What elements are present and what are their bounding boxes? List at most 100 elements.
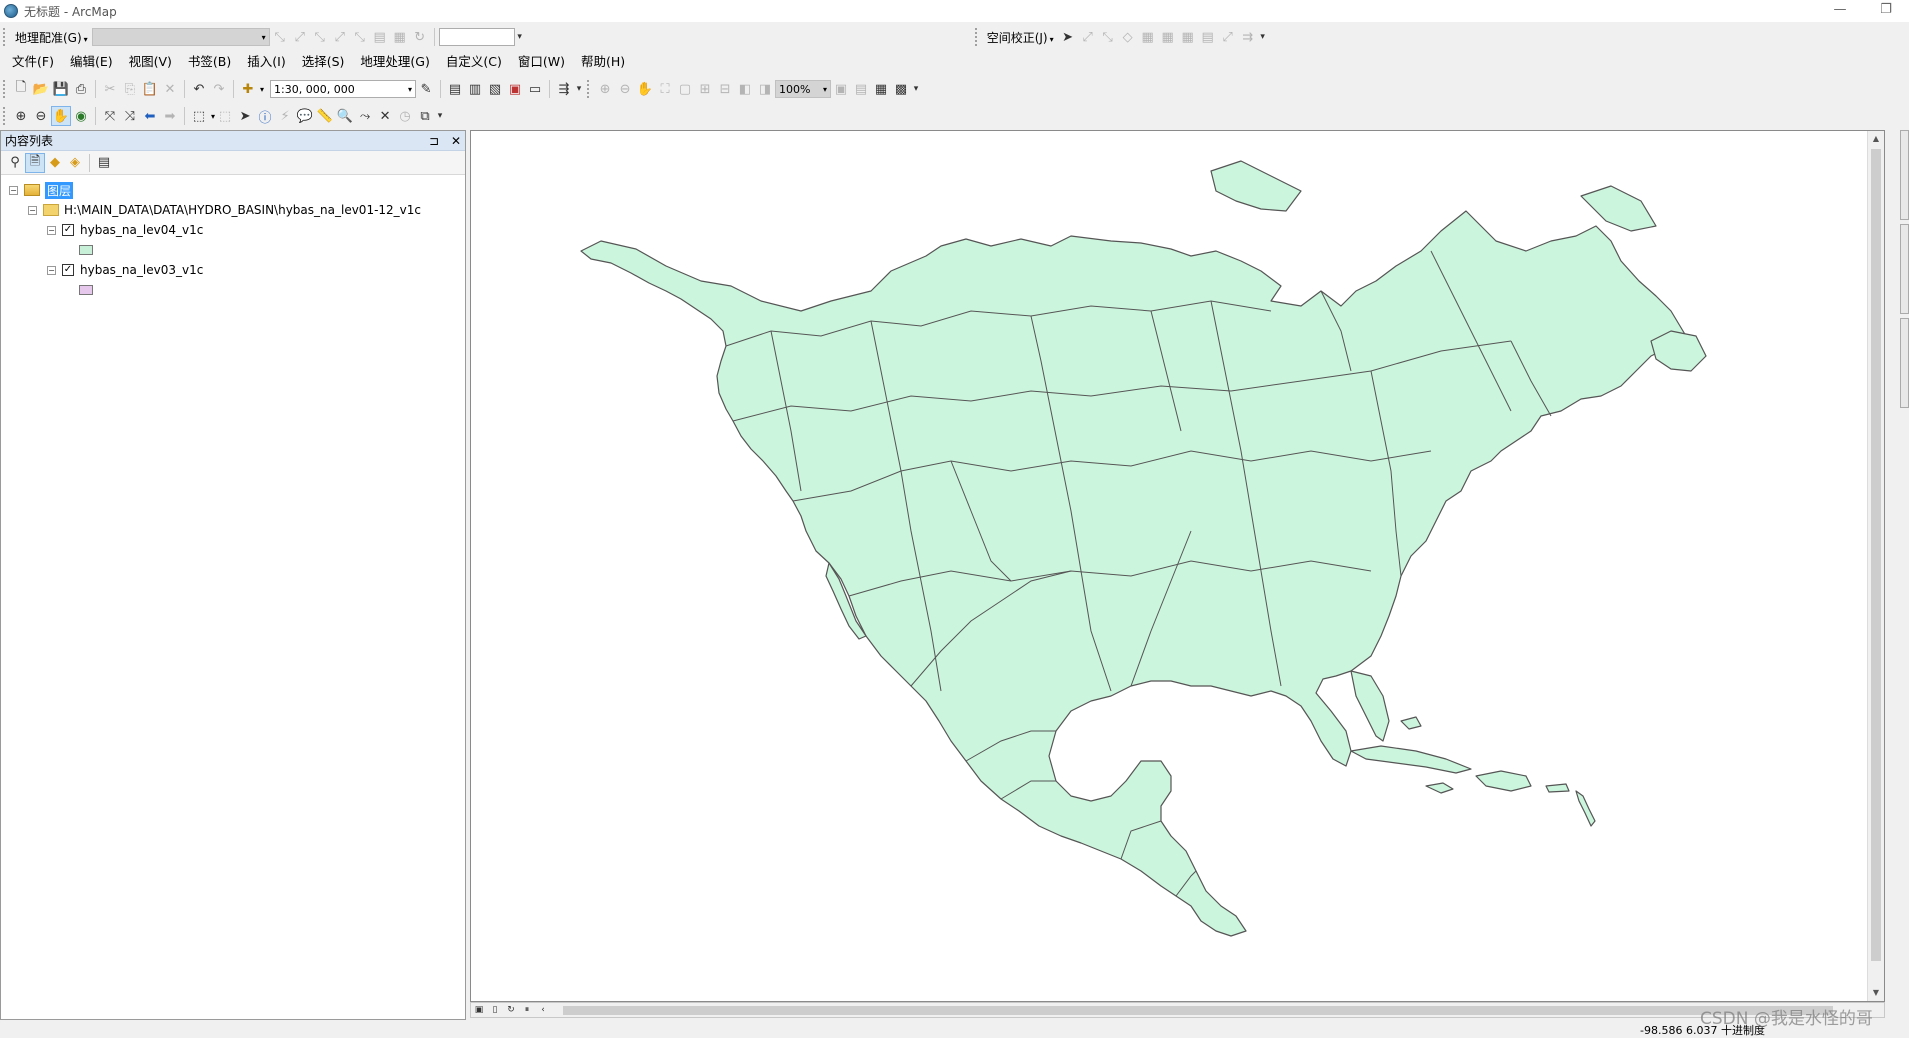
add-data-dropdown-icon[interactable]: ▾	[260, 85, 264, 94]
measure-icon[interactable]: 📏	[315, 106, 335, 126]
baffin-island	[1210, 160, 1302, 212]
toolbar-overflow-icon[interactable]: ▾	[911, 84, 921, 94]
menu-file[interactable]: 文件(F)	[4, 51, 62, 73]
go-back-icon[interactable]: ⬅	[140, 106, 160, 126]
print-icon[interactable]: ⎙	[71, 79, 91, 99]
menu-view[interactable]: 视图(V)	[121, 51, 180, 73]
menu-bookmarks[interactable]: 书签(B)	[180, 51, 239, 73]
scroll-left-icon[interactable]: ‹	[535, 1003, 551, 1017]
select-features-icon[interactable]: ⬚	[189, 106, 209, 126]
toolbar-grip[interactable]	[587, 80, 592, 98]
toolbar-overflow-icon[interactable]: ▾	[1258, 32, 1268, 42]
layer-name[interactable]: hybas_na_lev03_v1c	[80, 263, 203, 277]
horizontal-scrollbar-thumb[interactable]	[563, 1006, 1833, 1015]
add-data-icon[interactable]: ✚	[238, 79, 258, 99]
layers-root-label[interactable]: 图层	[45, 181, 74, 199]
toolbar-overflow-icon[interactable]: ▾	[515, 32, 525, 42]
list-by-selection-icon[interactable]: ◈	[65, 153, 85, 173]
layer-symbol-swatch[interactable]	[79, 285, 93, 295]
create-viewer-window-icon[interactable]: ⧉	[415, 106, 435, 126]
close-icon[interactable]: ✕	[451, 134, 461, 148]
toolbar-overflow-icon[interactable]: ▾	[574, 84, 584, 94]
pause-drawing-icon[interactable]: ⏸	[519, 1003, 535, 1017]
toc-options-icon[interactable]: ▤	[94, 153, 114, 173]
collapse-icon[interactable]: −	[47, 265, 56, 275]
map-display[interactable]: ▲ ▼	[470, 130, 1885, 1002]
model-builder-icon[interactable]: ⇶	[554, 79, 574, 99]
scrollbar-thumb[interactable]	[1871, 149, 1881, 961]
menu-customize[interactable]: 自定义(C)	[438, 51, 510, 73]
catalog-dock-tab[interactable]	[1900, 130, 1909, 220]
collapse-icon[interactable]: −	[47, 225, 56, 235]
toolbar-grip[interactable]	[974, 28, 980, 46]
html-popup-icon[interactable]: 💬	[295, 106, 315, 126]
arctoolbox-dock-tab[interactable]	[1900, 318, 1909, 408]
menu-edit[interactable]: 编辑(E)	[62, 51, 121, 73]
layer-visibility-checkbox[interactable]: ✓	[62, 264, 74, 276]
tree-row-layers-root[interactable]: − 图层	[9, 181, 74, 199]
map-vertical-scrollbar[interactable]: ▲ ▼	[1867, 131, 1884, 1001]
identify-icon[interactable]: ⓘ	[255, 106, 275, 126]
tools-toolbar: ⊕ ⊖ ✋ ◉ ⤧ ⤨ ⬅ ➡ ⬚ ▾ ⬚ ➤ ⓘ ⚡ 💬 📏 🔍 ⤳ ✕ ◷ ⧉…	[0, 104, 1909, 128]
full-extent-icon[interactable]: ◉	[71, 106, 91, 126]
list-by-source-icon[interactable]: 🗎	[25, 152, 45, 173]
toolbar-overflow-icon[interactable]: ▾	[435, 111, 445, 121]
layer-name[interactable]: hybas_na_lev04_v1c	[80, 223, 203, 237]
map-scale-combo[interactable]: 1:30, 000, 000 ▾	[270, 80, 417, 98]
catalog-window-icon[interactable]: ▥	[465, 79, 485, 99]
menu-windows[interactable]: 窗口(W)	[510, 51, 573, 73]
layer-symbol-swatch[interactable]	[79, 245, 93, 255]
table-of-contents-icon[interactable]: ▤	[445, 79, 465, 99]
save-icon[interactable]: 💾	[51, 79, 71, 99]
select-elements-icon[interactable]: ➤	[235, 106, 255, 126]
workspace-path-label[interactable]: H:\MAIN_DATA\DATA\HYDRO_BASIN\hybas_na_l…	[64, 203, 421, 217]
paste-icon[interactable]: 📋	[140, 79, 160, 99]
fixed-zoom-in-icon[interactable]: ⤧	[100, 106, 120, 126]
zoom-in-icon[interactable]: ⊕	[11, 106, 31, 126]
spatial-adjustment-menu[interactable]: 空间校正(J) ▾	[983, 29, 1058, 46]
list-by-drawing-order-icon[interactable]: ⚲	[5, 153, 25, 173]
restore-button[interactable]: ❐	[1863, 0, 1909, 22]
basin-map[interactable]	[471, 131, 1866, 1001]
select-elements-icon[interactable]: ➤	[1058, 27, 1078, 47]
toolbar-grip[interactable]	[3, 107, 8, 125]
menu-selection[interactable]: 选择(S)	[294, 51, 353, 73]
menu-help[interactable]: 帮助(H)	[573, 51, 633, 73]
pin-icon[interactable]: ⊐	[429, 134, 439, 148]
collapse-icon[interactable]: −	[9, 185, 18, 195]
search-dock-tab[interactable]	[1900, 224, 1909, 314]
scroll-up-icon[interactable]: ▲	[1868, 131, 1884, 147]
menu-insert[interactable]: 插入(I)	[239, 51, 293, 73]
editor-toolbar-icon[interactable]: ✎	[416, 79, 436, 99]
georef-scale-box[interactable]	[438, 28, 515, 46]
scroll-down-icon[interactable]: ▼	[1868, 985, 1884, 1001]
pan-icon[interactable]: ✋	[51, 106, 71, 126]
new-document-icon[interactable]: 🗋	[11, 79, 31, 99]
refresh-view-icon[interactable]: ↻	[503, 1003, 519, 1017]
list-by-visibility-icon[interactable]: ◆	[45, 153, 65, 173]
find-icon[interactable]: 🔍	[335, 106, 355, 126]
go-to-xy-icon[interactable]: ✕	[375, 106, 395, 126]
tree-row-layer[interactable]: − ✓ hybas_na_lev03_v1c	[47, 261, 203, 279]
georeferencing-menu[interactable]: 地理配准(G) ▾	[11, 29, 92, 46]
menu-geoprocessing[interactable]: 地理处理(G)	[352, 51, 437, 73]
minimize-button[interactable]: —	[1817, 0, 1863, 22]
find-route-icon[interactable]: ⤳	[355, 106, 375, 126]
tree-row-layer[interactable]: − ✓ hybas_na_lev04_v1c	[47, 221, 203, 239]
toolbar-grip[interactable]	[3, 80, 8, 98]
open-icon[interactable]: 📂	[31, 79, 51, 99]
layout-view-icon[interactable]: ▯	[487, 1003, 503, 1017]
search-window-icon[interactable]: ▧	[485, 79, 505, 99]
tree-row-workspace[interactable]: − H:\MAIN_DATA\DATA\HYDRO_BASIN\hybas_na…	[28, 201, 421, 219]
layer-visibility-checkbox[interactable]: ✓	[62, 224, 74, 236]
python-window-icon[interactable]: ▭	[525, 79, 545, 99]
change-layout-icon[interactable]: ▦	[871, 79, 891, 99]
data-view-icon[interactable]: ▣	[471, 1003, 487, 1017]
fixed-zoom-out-icon[interactable]: ⤨	[120, 106, 140, 126]
collapse-icon[interactable]: −	[28, 205, 37, 215]
toolbar-grip[interactable]	[3, 28, 8, 46]
data-driven-pages-icon[interactable]: ▩	[891, 79, 911, 99]
undo-icon[interactable]: ↶	[189, 79, 209, 99]
arctoolbox-icon[interactable]: ▣	[505, 79, 525, 99]
zoom-out-icon[interactable]: ⊖	[31, 106, 51, 126]
